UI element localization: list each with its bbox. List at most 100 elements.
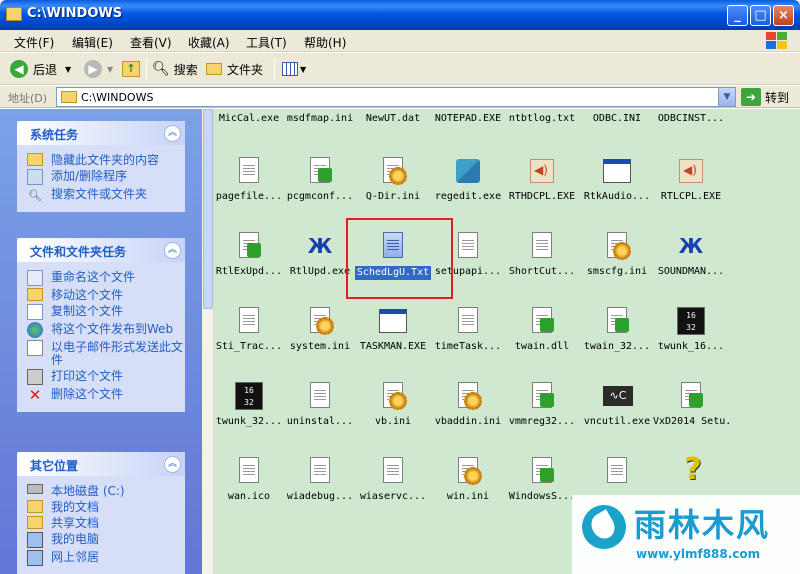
file-item[interactable]: wiaservc... (355, 455, 431, 502)
search-button[interactable]: 🔍︎ 搜索 (152, 59, 198, 79)
back-button[interactable]: ◀ 后退 ▼ (10, 59, 71, 79)
file-item[interactable]: NOTEPAD.EXE (430, 113, 506, 124)
file-item[interactable]: vb.ini (355, 380, 431, 427)
menu-view[interactable]: 查看(V) (130, 34, 172, 51)
file-item[interactable]: twain.dll (504, 305, 580, 352)
place-local-disk[interactable]: 本地磁盘 (C:) (27, 484, 185, 498)
views-button[interactable]: ▼ (282, 59, 306, 79)
watermark: 雨林木风 www.ylmf888.com (572, 495, 800, 574)
folder-icon (27, 500, 43, 513)
file-item[interactable]: RTHDCPL.EXE (504, 155, 580, 202)
file-item[interactable]: pagefile... (211, 155, 287, 202)
doc-green-icon (675, 380, 707, 412)
file-item[interactable]: MicCal.exe (211, 113, 287, 124)
place-my-computer[interactable]: 我的电脑 (27, 532, 185, 548)
place-my-documents[interactable]: 我的文档 (27, 500, 185, 514)
task-copy-file[interactable]: 复制这个文件 (27, 304, 185, 320)
menu-tools[interactable]: 工具(T) (246, 34, 287, 51)
close-button[interactable]: × (773, 5, 794, 26)
up-folder-icon: ↑ (122, 61, 140, 77)
menu-favorites[interactable]: 收藏(A) (188, 34, 230, 51)
task-move-file[interactable]: 移动这个文件 (27, 288, 185, 302)
menu-file[interactable]: 文件(F) (14, 34, 54, 51)
place-network[interactable]: 网上邻居 (27, 550, 185, 566)
scrollbar-thumb[interactable] (203, 109, 213, 309)
file-item[interactable]: ShortCut... (504, 230, 580, 277)
rename-icon (27, 270, 43, 286)
file-tasks-header[interactable]: 文件和文件夹任务 ︽ (17, 238, 185, 262)
file-name: RTHDCPL.EXE (508, 191, 576, 202)
file-item[interactable]: RtlExUpd... (211, 230, 287, 277)
file-item[interactable]: TASKMAN.EXE (355, 305, 431, 352)
windows-logo-icon (766, 32, 788, 50)
file-item[interactable]: Ж SOUNDMAN... (653, 230, 729, 277)
file-item[interactable]: ? (653, 455, 729, 491)
file-item[interactable]: twain_32... (579, 305, 655, 352)
file-item[interactable]: ∿C vncutil.exe (579, 380, 655, 427)
up-button[interactable]: ↑ (122, 59, 140, 79)
system-tasks-header[interactable]: 系统任务 ︽ (17, 121, 185, 145)
osc-icon: ∿C (601, 380, 633, 412)
collapse-icon[interactable]: ︽ (164, 125, 181, 142)
file-item[interactable]: 16 32 twunk_16... (653, 305, 729, 352)
file-item[interactable] (579, 455, 655, 491)
address-input[interactable]: C:\WINDOWS ▼ (56, 87, 736, 107)
file-item[interactable]: RtkAudio... (579, 155, 655, 202)
other-places-header[interactable]: 其它位置 ︽ (17, 452, 185, 476)
file-item[interactable]: wiadebug... (282, 455, 358, 502)
file-item[interactable]: pcgmconf... (282, 155, 358, 202)
file-item[interactable]: Sti_Trac... (211, 305, 287, 352)
file-item[interactable]: ntbtlog.txt (504, 113, 580, 124)
place-shared-documents[interactable]: 共享文档 (27, 516, 185, 530)
file-item[interactable]: timeTask... (430, 305, 506, 352)
chevron-down-icon: ▼ (107, 64, 114, 74)
file-item[interactable]: uninstal... (282, 380, 358, 427)
forward-button[interactable]: ▶ ▼ (84, 59, 113, 79)
file-item[interactable]: vmmreg32... (504, 380, 580, 427)
menu-help[interactable]: 帮助(H) (304, 34, 346, 51)
task-search-files[interactable]: 🔍︎ 搜索文件或文件夹 (27, 188, 185, 203)
file-item[interactable]: WindowsS... (504, 455, 580, 502)
file-item[interactable]: system.ini (282, 305, 358, 352)
file-item[interactable]: Q-Dir.ini (355, 155, 431, 202)
collapse-icon[interactable]: ︽ (164, 242, 181, 259)
file-name: twunk_32... (215, 416, 283, 427)
minimize-button[interactable]: _ (727, 5, 748, 26)
file-item[interactable]: VxD2014 Setu... (653, 380, 729, 427)
task-email-file[interactable]: 以电子邮件形式发送此文件 (27, 340, 185, 367)
folders-button[interactable]: 文件夹 (206, 59, 263, 79)
file-item[interactable]: msdfmap.ini (282, 113, 358, 124)
file-item[interactable]: 16 32 twunk_32... (211, 380, 287, 427)
task-add-remove-programs[interactable]: 添加/删除程序 (27, 169, 185, 185)
task-rename-file[interactable]: 重命名这个文件 (27, 270, 185, 286)
go-button[interactable]: ➜ 转到 (741, 87, 789, 107)
menu-edit[interactable]: 编辑(E) (72, 34, 113, 51)
other-places-panel: 其它位置 ︽ 本地磁盘 (C:) 我的文档 共享文档 我的电脑 网上邻居 (17, 452, 185, 574)
highlight-box (346, 218, 453, 299)
maximize-button[interactable]: □ (750, 5, 771, 26)
file-name: NOTEPAD.EXE (434, 113, 502, 124)
file-name: vmmreg32... (508, 416, 576, 427)
file-item[interactable]: NewUT.dat (355, 113, 431, 124)
folder-icon (27, 153, 43, 166)
file-name: ntbtlog.txt (508, 113, 576, 124)
file-name: MicCal.exe (218, 113, 280, 124)
task-print-file[interactable]: 打印这个文件 (27, 369, 185, 385)
collapse-icon[interactable]: ︽ (164, 456, 181, 473)
file-item[interactable]: regedit.exe (430, 155, 506, 202)
file-item[interactable]: vbaddin.ini (430, 380, 506, 427)
task-publish-web[interactable]: 将这个文件发布到Web (27, 322, 185, 338)
address-dropdown-button[interactable]: ▼ (718, 88, 735, 106)
file-item[interactable]: ODBC.INI (579, 113, 655, 124)
address-label: 地址(D) (8, 92, 48, 105)
task-hide-folder[interactable]: 隐藏此文件夹的内容 (27, 153, 185, 167)
doc-green-icon (526, 380, 558, 412)
file-item[interactable]: ODBCINST... (653, 113, 729, 124)
file-item[interactable]: RTLCPL.EXE (653, 155, 729, 202)
file-item[interactable]: win.ini (430, 455, 506, 502)
file-item[interactable]: wan.ico (211, 455, 287, 502)
file-item[interactable]: smscfg.ini (579, 230, 655, 277)
file-name: RTLCPL.EXE (660, 191, 722, 202)
file-name: RtkAudio... (583, 191, 651, 202)
task-delete-file[interactable]: ✕ 删除这个文件 (27, 387, 185, 403)
